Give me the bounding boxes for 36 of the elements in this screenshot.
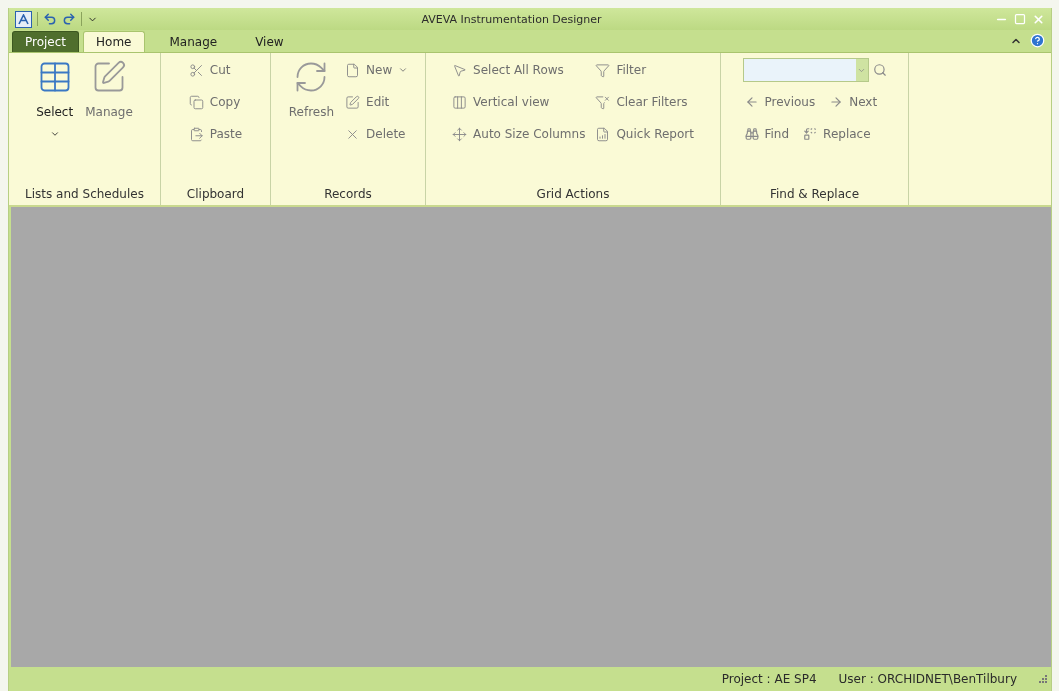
ribbon-tab[interactable]: View <box>242 31 297 52</box>
status-text: Project : AE SP4 <box>721 672 817 686</box>
caret-icon <box>49 129 60 139</box>
copy-icon <box>188 94 204 110</box>
group-label: Lists and Schedules <box>24 187 145 203</box>
edit-icon <box>345 94 361 110</box>
search-field[interactable] <box>742 58 869 82</box>
status-text: User : ORCHIDNET\BenTilbury <box>838 672 1017 686</box>
pointer-icon <box>452 62 468 78</box>
columns-icon <box>452 94 468 110</box>
filter-icon <box>595 62 611 78</box>
resize-grip-icon[interactable] <box>1039 675 1047 683</box>
scissors-icon <box>188 62 204 78</box>
ribbon-tab[interactable]: Home <box>83 31 145 52</box>
replace-icon <box>803 127 818 141</box>
document-icon <box>345 62 361 78</box>
app-logo-icon[interactable] <box>15 10 32 28</box>
app-menu-tab[interactable]: Project <box>12 31 80 52</box>
ribbon-tab[interactable]: Manage <box>156 31 231 52</box>
filter-clear-icon <box>595 94 611 110</box>
group-label: Clipboard <box>185 187 246 203</box>
search-icon[interactable] <box>872 63 887 77</box>
group-label: Grid Actions <box>535 187 611 203</box>
redo-icon[interactable] <box>62 12 76 26</box>
help-icon[interactable] <box>1030 33 1045 48</box>
paste-icon <box>188 126 204 142</box>
ribbon-button[interactable]: Select <box>33 57 77 161</box>
group-label: Find & Replace <box>768 187 860 203</box>
window-title: AVEVA Instrumentation Designer <box>420 12 603 26</box>
arrow-left-icon <box>744 95 759 109</box>
caret-icon <box>398 65 409 75</box>
move-icon <box>452 126 468 142</box>
binoculars-icon <box>744 127 759 141</box>
report-icon <box>595 126 611 142</box>
undo-icon[interactable] <box>43 12 57 26</box>
group-label: Records <box>323 187 373 203</box>
